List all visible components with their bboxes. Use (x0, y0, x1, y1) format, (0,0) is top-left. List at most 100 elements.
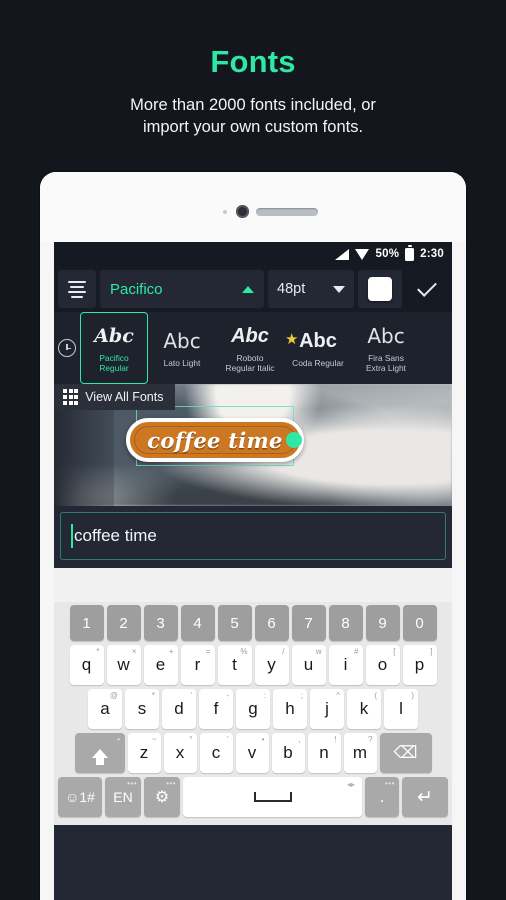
key-3[interactable]: 3 (143, 605, 178, 641)
recent-fonts-button[interactable] (54, 312, 80, 384)
view-all-fonts-button[interactable]: View All Fonts (54, 384, 176, 410)
font-card-fira-sans-extra-light[interactable]: Abc Fira Sans Extra Light (352, 312, 420, 384)
key-1[interactable]: 1 (69, 605, 104, 641)
key-i[interactable]: # i (328, 645, 363, 685)
key-q[interactable]: * q (69, 645, 104, 685)
key-s[interactable]: * s (125, 689, 159, 729)
promo-header: Fonts More than 2000 fonts included, or … (0, 0, 506, 170)
key-w[interactable]: × w (106, 645, 141, 685)
key-label: u (303, 655, 314, 674)
key-alt-label: - (226, 691, 229, 700)
key-d[interactable]: ' d (162, 689, 196, 729)
favorite-star-icon[interactable]: ★ (285, 332, 298, 347)
confirm-button[interactable] (406, 270, 448, 308)
key-o[interactable]: [o (365, 645, 400, 685)
font-sample: Abc (94, 325, 134, 347)
key-5[interactable]: 5 (217, 605, 252, 641)
key-b[interactable]: ,b (271, 733, 305, 773)
phone-mockup: 50% 2:30 Pacifico 48pt Abc Pacifico Regu… (40, 172, 466, 900)
key-t[interactable]: % t (217, 645, 252, 685)
key-alt-label: [ (393, 647, 396, 656)
key-alt-label: ( (374, 691, 377, 700)
language-label: EN (113, 789, 133, 805)
key-c[interactable]: ' c (199, 733, 233, 773)
editor-canvas[interactable]: View All Fonts coffee time (54, 384, 452, 506)
resize-handle[interactable] (286, 432, 302, 448)
font-size-select[interactable]: 48pt (268, 270, 354, 308)
period-key[interactable]: ••• . (365, 777, 399, 817)
font-card-label-line1: Roboto (236, 353, 264, 363)
key-label: f (213, 699, 219, 718)
key-alt-label: : (263, 691, 266, 700)
key-label: x (175, 743, 185, 762)
key-label: 3 (156, 614, 165, 632)
key-label: w (117, 655, 130, 674)
key-v[interactable]: • v (235, 733, 269, 773)
key-alt-label: × (131, 647, 137, 656)
key-label: p (414, 655, 425, 674)
key-label: 0 (415, 614, 424, 632)
key-label: j (325, 699, 329, 718)
font-strip[interactable]: Abc Pacifico Regular Abc Lato Light Abc … (54, 312, 452, 384)
key-m[interactable]: ? m (343, 733, 377, 773)
key-x[interactable]: ° x (163, 733, 197, 773)
key-9[interactable]: 9 (365, 605, 400, 641)
text-input-value: coffee time (74, 526, 157, 545)
camera-icon (236, 205, 249, 218)
key-8[interactable]: 8 (328, 605, 363, 641)
key-2[interactable]: 2 (106, 605, 141, 641)
color-swatch-button[interactable] (358, 270, 402, 308)
key-0[interactable]: 0 (402, 605, 437, 641)
key-y[interactable]: / y (254, 645, 289, 685)
chevron-up-icon (242, 285, 254, 293)
page-title: Fonts (210, 44, 296, 79)
key-n[interactable]: ! n (307, 733, 341, 773)
key-z[interactable]: ~ z (127, 733, 161, 773)
key-alt-label: ; (300, 691, 303, 700)
font-sample: Abc (299, 330, 337, 352)
on-screen-keyboard[interactable]: 1234567890 * q × w + e = r% t / y w u # i[o] p @ a * s ' d - f… (54, 602, 452, 825)
battery-icon (405, 245, 415, 261)
text-input-wrapper: coffee time (54, 506, 452, 568)
settings-key[interactable]: ••• ⚙ (144, 777, 180, 817)
key-j[interactable]: ^ j (310, 689, 344, 729)
font-card-pacifico[interactable]: Abc Pacifico Regular (80, 312, 148, 384)
key-k[interactable]: (k (347, 689, 381, 729)
key-7[interactable]: 7 (291, 605, 326, 641)
key-label: t (232, 655, 237, 674)
wifi-icon (354, 248, 370, 260)
font-card-coda-regular[interactable]: Abc Coda Regular (284, 312, 352, 384)
text-align-icon[interactable] (58, 270, 96, 308)
space-key[interactable]: ◂▸ (183, 777, 362, 817)
key-f[interactable]: -f (199, 689, 233, 729)
language-key[interactable]: ••• EN (105, 777, 141, 817)
shift-key[interactable]: • (74, 733, 125, 773)
text-input[interactable]: coffee time (60, 512, 446, 560)
key-6[interactable]: 6 (254, 605, 289, 641)
symbols-key[interactable]: ☺1# (58, 777, 102, 817)
symbols-label: ☺1# (65, 789, 95, 805)
key-alt-label: ' (190, 691, 192, 700)
shift-icon (91, 748, 108, 765)
font-card-lato-light[interactable]: Abc Lato Light (148, 312, 216, 384)
key-e[interactable]: + e (143, 645, 178, 685)
key-4[interactable]: 4 (180, 605, 215, 641)
font-card-label-line2: Extra Light (365, 363, 407, 373)
status-time: 2:30 (420, 248, 444, 260)
key-p[interactable]: ] p (402, 645, 437, 685)
font-card-roboto-regular-italic[interactable]: Abc Roboto Regular Italic (216, 312, 284, 384)
key-r[interactable]: = r (180, 645, 215, 685)
font-picker-button[interactable]: Pacifico (100, 270, 264, 308)
period-label: . (379, 787, 385, 806)
key-g[interactable]: :g (236, 689, 270, 729)
key-a[interactable]: @ a (88, 689, 122, 729)
key-l[interactable]: ) l (384, 689, 418, 729)
key-u[interactable]: wu (291, 645, 326, 685)
enter-icon: ↵ (417, 786, 433, 808)
text-sticker[interactable]: coffee time (126, 418, 304, 462)
status-bar: 50% 2:30 (54, 242, 452, 266)
key-alt-label: ^ (336, 691, 340, 700)
key-h[interactable]: ; h (273, 689, 307, 729)
enter-key[interactable]: ↵ (402, 777, 448, 817)
backspace-key[interactable]: ⌫ (379, 733, 432, 773)
